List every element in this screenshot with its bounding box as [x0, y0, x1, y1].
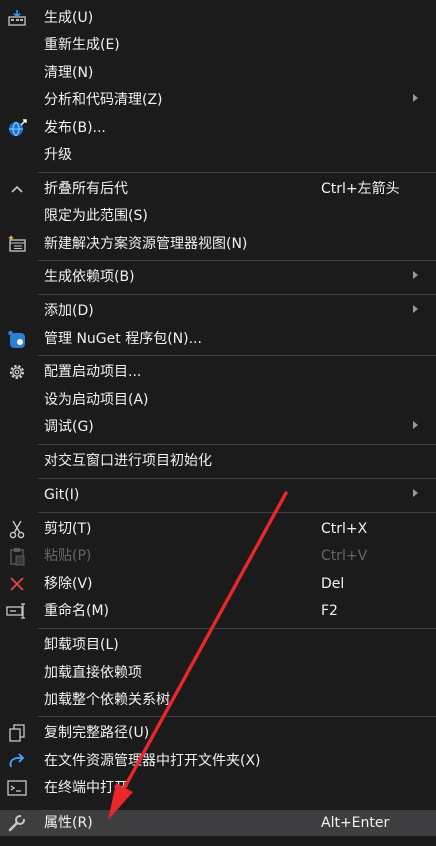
menu-separator — [38, 172, 436, 173]
menu-separator — [38, 512, 436, 513]
menu-item-copy-full-path[interactable]: 复制完整路径(U) — [0, 720, 436, 746]
menu-item-clean[interactable]: 清理(N) — [0, 60, 436, 86]
menu-item-label: 在终端中打开 — [44, 780, 128, 796]
menu-item-shortcut: Ctrl+左箭头 — [321, 181, 400, 197]
new-view-icon — [6, 234, 28, 254]
menu-item-label: 升级 — [44, 147, 72, 163]
menu-item-build[interactable]: 生成(U) — [0, 5, 436, 31]
menu-item-load-direct-deps[interactable]: 加载直接依赖项 — [0, 660, 436, 686]
menu-separator — [38, 355, 436, 356]
menu-item-label: 配置启动项目... — [44, 364, 142, 380]
menu-item-build-dependencies[interactable]: 生成依赖项(B) — [0, 264, 436, 290]
submenu-arrow-icon — [413, 94, 418, 102]
menu-separator — [38, 294, 436, 295]
menu-item-label: 折叠所有后代 — [44, 181, 128, 197]
submenu-arrow-icon — [413, 271, 418, 279]
menu-item-git[interactable]: Git(I) — [0, 482, 436, 508]
globe-publish-icon — [6, 118, 28, 138]
menu-item-cut[interactable]: 剪切(T) Ctrl+X — [0, 516, 436, 542]
menu-item-label: 调试(G) — [44, 419, 94, 435]
submenu-arrow-icon — [413, 489, 418, 497]
menu-item-label: 限定为此范围(S) — [44, 208, 148, 224]
menu-item-label: 属性(R) — [44, 815, 93, 831]
terminal-icon — [6, 778, 28, 798]
menu-item-debug[interactable]: 调试(G) — [0, 414, 436, 440]
menu-item-scope-to-this[interactable]: 限定为此范围(S) — [0, 203, 436, 229]
wrench-icon — [6, 813, 28, 833]
nuget-icon — [6, 329, 28, 349]
menu-separator — [38, 628, 436, 629]
menu-separator — [38, 444, 436, 445]
menu-item-publish[interactable]: 发布(B)... — [0, 115, 436, 141]
menu-item-label: 剪切(T) — [44, 521, 92, 537]
menu-item-label: 复制完整路径(U) — [44, 725, 150, 741]
gear-icon — [6, 362, 28, 382]
menu-separator — [38, 716, 436, 717]
menu-item-add[interactable]: 添加(D) — [0, 298, 436, 324]
menu-item-collapse-all[interactable]: 折叠所有后代 Ctrl+左箭头 — [0, 176, 436, 202]
menu-item-shortcut: Ctrl+X — [321, 521, 368, 537]
menu-item-analyze[interactable]: 分析和代码清理(Z) — [0, 87, 436, 113]
menu-item-init-interactive[interactable]: 对交互窗口进行项目初始化 — [0, 448, 436, 474]
menu-item-rebuild[interactable]: 重新生成(E) — [0, 32, 436, 58]
menu-item-label: 添加(D) — [44, 303, 94, 319]
menu-item-label: 卸载项目(L) — [44, 637, 119, 653]
menu-item-label: 新建解决方案资源管理器视图(N) — [44, 236, 248, 252]
menu-item-label: Git(I) — [44, 487, 80, 503]
menu-item-label: 对交互窗口进行项目初始化 — [44, 453, 212, 469]
menu-item-shortcut: Alt+Enter — [321, 815, 390, 831]
menu-item-properties[interactable]: 属性(R) Alt+Enter — [0, 810, 436, 836]
redo-arrow-icon — [6, 751, 28, 771]
chevron-up-icon — [6, 179, 28, 199]
menu-item-open-in-explorer[interactable]: 在文件资源管理器中打开文件夹(X) — [0, 748, 436, 774]
menu-separator — [38, 260, 436, 261]
menu-separator — [38, 478, 436, 479]
menu-item-rename[interactable]: 重命名(M) F2 — [0, 598, 436, 624]
menu-item-label: 清理(N) — [44, 65, 94, 81]
menu-item-label: 移除(V) — [44, 576, 93, 592]
menu-item-label: 加载直接依赖项 — [44, 665, 142, 681]
submenu-arrow-icon — [413, 421, 418, 429]
scissors-icon — [6, 519, 28, 539]
menu-item-label: 粘贴(P) — [44, 548, 92, 564]
menu-item-label: 生成依赖项(B) — [44, 269, 135, 285]
menu-item-label: 重命名(M) — [44, 603, 110, 619]
menu-item-label: 设为启动项目(A) — [44, 392, 149, 408]
menu-item-new-solution-view[interactable]: 新建解决方案资源管理器视图(N) — [0, 231, 436, 257]
context-menu: 生成(U) 重新生成(E) 清理(N) 分析和代码清理(Z) 发布(B)... … — [0, 0, 436, 846]
menu-item-configure-startup[interactable]: 配置启动项目... — [0, 359, 436, 385]
menu-item-shortcut: Del — [321, 576, 345, 592]
menu-item-upgrade[interactable]: 升级 — [0, 142, 436, 168]
menu-item-open-in-terminal[interactable]: 在终端中打开 — [0, 775, 436, 801]
menu-item-remove[interactable]: 移除(V) Del — [0, 571, 436, 597]
submenu-arrow-icon — [413, 305, 418, 313]
close-red-icon — [6, 574, 28, 594]
menu-item-load-dep-tree[interactable]: 加载整个依赖关系树 — [0, 687, 436, 713]
menu-item-label: 加载整个依赖关系树 — [44, 692, 170, 708]
menu-item-shortcut: F2 — [321, 603, 338, 619]
menu-item-label: 管理 NuGet 程序包(N)... — [44, 331, 202, 347]
menu-item-unload-project[interactable]: 卸载项目(L) — [0, 632, 436, 658]
menu-item-label: 生成(U) — [44, 10, 94, 26]
menu-item-label: 分析和代码清理(Z) — [44, 92, 163, 108]
menu-item-label: 重新生成(E) — [44, 37, 120, 53]
copy-icon — [6, 723, 28, 743]
menu-item-set-startup[interactable]: 设为启动项目(A) — [0, 387, 436, 413]
menu-item-paste: 粘贴(P) Ctrl+V — [0, 543, 436, 569]
clipboard-icon — [6, 546, 28, 566]
menu-item-label: 在文件资源管理器中打开文件夹(X) — [44, 753, 261, 769]
menu-item-label: 发布(B)... — [44, 120, 106, 136]
rename-icon — [6, 601, 28, 621]
build-icon — [6, 8, 28, 28]
menu-item-manage-nuget[interactable]: 管理 NuGet 程序包(N)... — [0, 326, 436, 352]
menu-item-shortcut: Ctrl+V — [321, 548, 368, 564]
